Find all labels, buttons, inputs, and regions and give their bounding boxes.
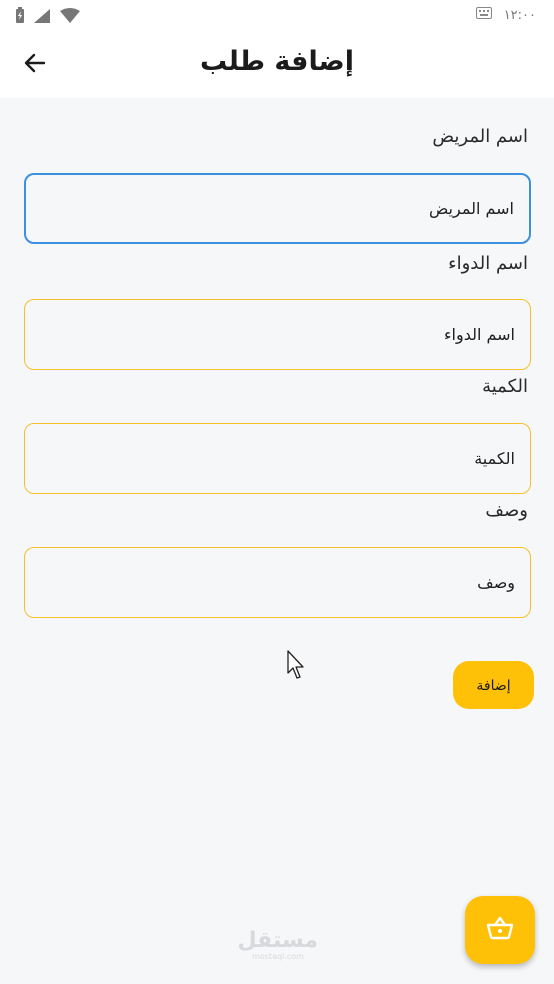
quantity-label: الكمية [482,376,528,397]
description-value: وصف [477,573,515,592]
signal-icon [34,8,50,27]
patient-name-input[interactable]: اسم المريض [24,173,531,244]
medicine-name-input[interactable]: اسم الدواء [24,299,531,370]
patient-name-label: اسم المريض [432,126,528,147]
medicine-name-label: اسم الدواء [448,253,528,274]
keyboard-icon [475,7,492,23]
watermark: مستقل mostaql.com [238,930,318,962]
watermark-main: مستقل [237,928,318,953]
status-icons-left [16,7,80,27]
status-bar: ١٢:٠٠ [0,0,554,32]
basket-fab-button[interactable] [465,896,535,964]
quantity-input[interactable]: الكمية [24,423,531,494]
wifi-icon [60,7,80,27]
medicine-name-value: اسم الدواء [444,325,515,344]
status-time: ١٢:٠٠ [503,7,536,23]
add-button[interactable]: إضافة [453,661,534,709]
battery-icon [16,7,24,27]
mouse-cursor-icon [287,650,307,684]
status-icons-right: ١٢:٠٠ [475,7,536,23]
description-input[interactable]: وصف [24,547,531,618]
watermark-sub: mostaql.com [252,952,304,961]
page-title: إضافة طلب [200,46,354,77]
app-bar: إضافة طلب [0,32,554,98]
patient-name-value: اسم المريض [428,199,514,218]
basket-icon [486,916,514,944]
quantity-value: الكمية [474,449,515,468]
description-label: وصف [485,500,528,521]
